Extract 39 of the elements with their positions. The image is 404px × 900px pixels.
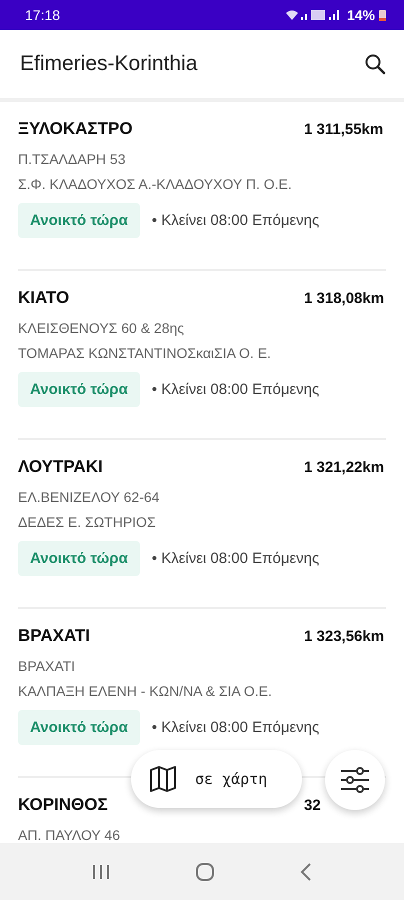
closing-time: • Κλείνει 08:00 Επόμενης [152, 381, 320, 398]
search-icon[interactable] [364, 53, 386, 75]
distance: 1 323,56km [304, 628, 386, 644]
pharmacy-owner: ΚΑΛΠΑΞΗ ΕΛΕΝΗ - ΚΩΝ/ΝΑ & ΣΙΑ Ο.Ε. [18, 683, 273, 699]
map-icon [149, 765, 177, 793]
closing-time: • Κλείνει 08:00 Επόμενης [152, 212, 320, 229]
battery-level: 14% [346, 7, 375, 23]
battery-icon [379, 9, 386, 21]
filter-button[interactable] [325, 750, 385, 810]
pharmacy-address: Π.ΤΣΑΛΔΑΡΗ 53 [18, 151, 126, 167]
pharmacy-owner: ΤΟΜΑΡΑΣ ΚΩΝΣΤΑΝΤΙΝΟΣκαιΣΙΑ Ο. Ε. [18, 345, 272, 361]
pharmacy-area: ΒΡΑΧΑΤΙ [18, 626, 90, 646]
pharmacy-area: ΛΟΥΤΡΑΚΙ [18, 457, 103, 477]
pharmacy-owner: Σ.Φ. ΚΛΑΔΟΥΧΟΣ Α.-ΚΛΑΔΟΥΧΟΥ Π. Ο.Ε. [18, 176, 293, 192]
home-icon[interactable] [194, 862, 215, 882]
status-badge: Ανοικτό τώρα [18, 541, 140, 576]
pharmacy-area: ΞΥΛΟΚΑΣΤΡΟ [18, 119, 133, 139]
pharmacy-address: ΑΠ. ΠΑΥΛΟΥ 46 [18, 827, 121, 843]
closing-time: • Κλείνει 08:00 Επόμενης [152, 550, 320, 567]
recent-apps-icon[interactable] [92, 864, 110, 880]
distance: 1 318,08km [304, 290, 386, 306]
app-title: Efimeries-Korinthia [20, 52, 198, 76]
pharmacy-owner: ΔΕΔΕΣ Ε. ΣΩΤΗΡΙΟΣ [18, 514, 157, 530]
pharmacy-address: ΕΛ.ΒΕΝΙΖΕΛΟΥ 62-64 [18, 489, 160, 505]
clock: 17:18 [25, 7, 60, 23]
status-badge: Ανοικτό τώρα [18, 372, 140, 407]
pharmacy-area: ΚΙΑΤΟ [18, 288, 70, 308]
pharmacy-address: ΒΡΑΧΑΤΙ [18, 658, 76, 674]
status-badge: Ανοικτό τώρα [18, 710, 140, 745]
filter-icon [340, 767, 370, 793]
pharmacy-area: ΚΟΡΙΝΘΟΣ [18, 795, 108, 815]
map-button[interactable]: σε χάρτη [131, 750, 302, 808]
pharmacy-address: ΚΛΕΙΣΘΕΝΟΥΣ 60 & 28ης [18, 320, 186, 336]
back-icon[interactable] [300, 862, 312, 880]
status-badge: Ανοικτό τώρα [18, 203, 140, 238]
distance: 1 321,22km [304, 458, 386, 476]
distance: 32 [304, 796, 322, 814]
distance: 1 311,55km [304, 120, 384, 138]
closing-time: • Κλείνει 08:00 Επόμενης [152, 719, 320, 736]
